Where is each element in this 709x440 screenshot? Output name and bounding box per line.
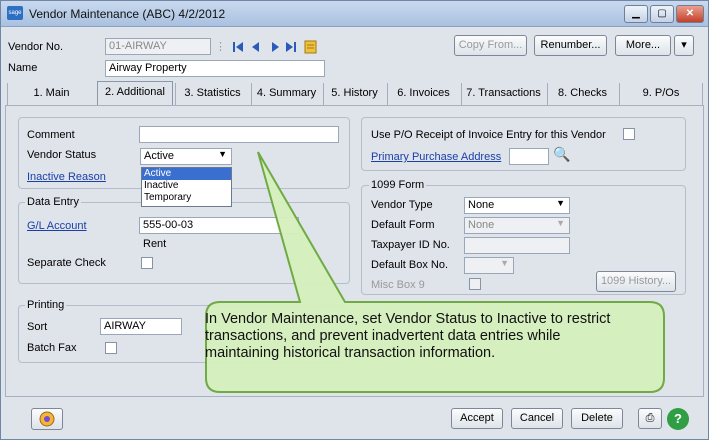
callout-text: In Vendor Maintenance, set Vendor Status… bbox=[205, 311, 611, 361]
callout-bubble bbox=[205, 151, 665, 393]
